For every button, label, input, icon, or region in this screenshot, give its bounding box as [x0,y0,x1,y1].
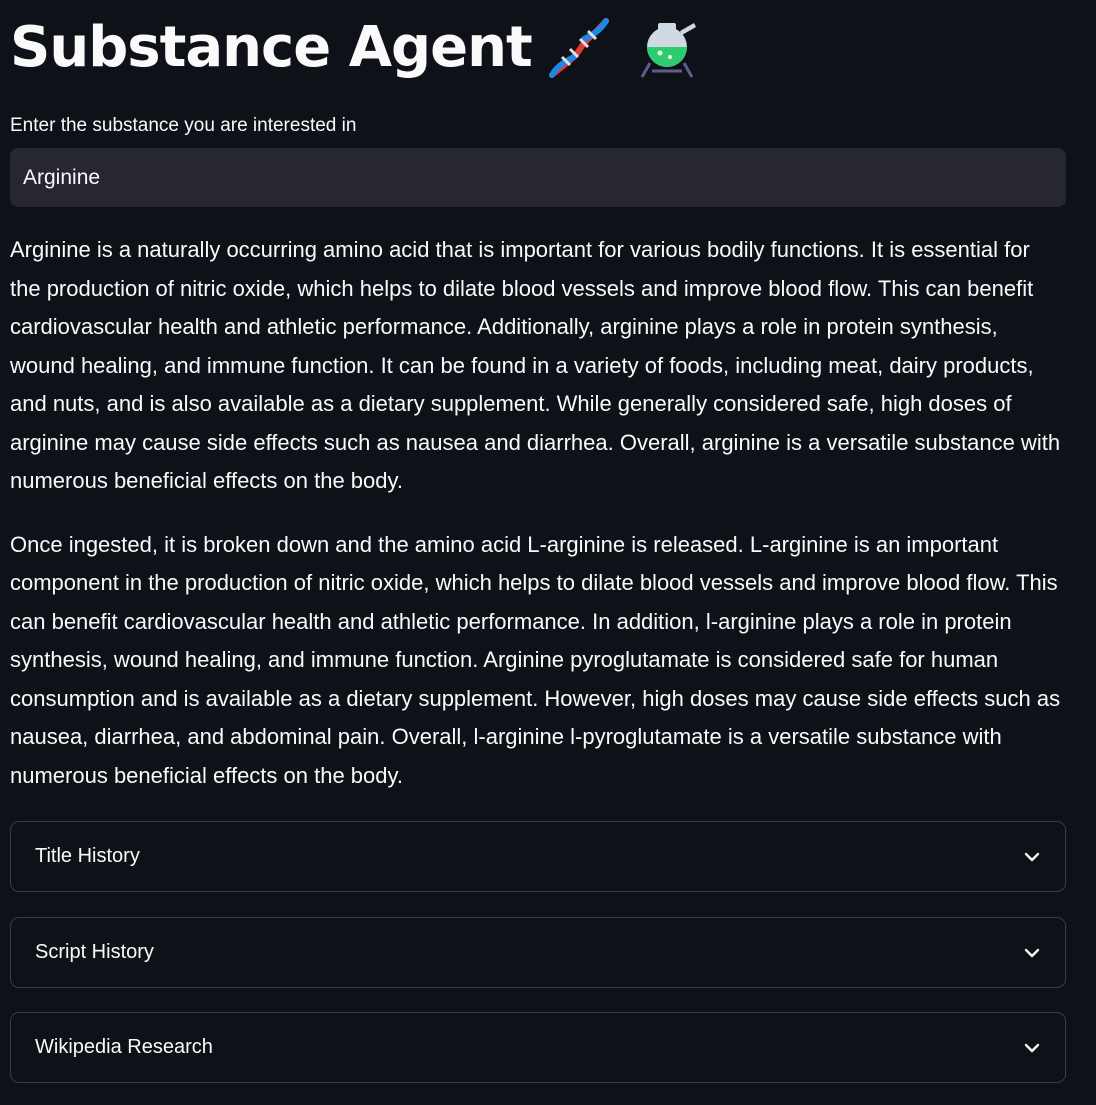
expander-script-history[interactable]: Script History [10,917,1066,988]
substance-input[interactable]: Arginine [10,148,1066,207]
expander-title-history[interactable]: Title History [10,821,1066,892]
expander-label: Wikipedia Research [35,1036,213,1058]
substance-input-value: Arginine [23,165,101,189]
chevron-down-icon [1023,1039,1041,1057]
chevron-down-icon [1023,944,1041,962]
flask-icon [632,13,702,83]
header: Substance Agent [10,0,1066,96]
expander-wikipedia-research[interactable]: Wikipedia Research [10,1012,1066,1083]
main-container: Substance Agent Enter the substance you … [10,0,1066,1083]
chevron-down-icon [1023,848,1041,866]
summary-paragraph-2: Once ingested, it is broken down and the… [10,531,1061,788]
substance-input-label: Enter the substance you are interested i… [10,115,357,136]
summary-paragraph-1: Arginine is a naturally occurring amino … [10,237,1061,493]
expander-label: Script History [35,941,154,963]
page-title: Substance Agent [10,15,533,80]
dna-icon [544,13,614,83]
expander-label: Title History [35,845,140,867]
